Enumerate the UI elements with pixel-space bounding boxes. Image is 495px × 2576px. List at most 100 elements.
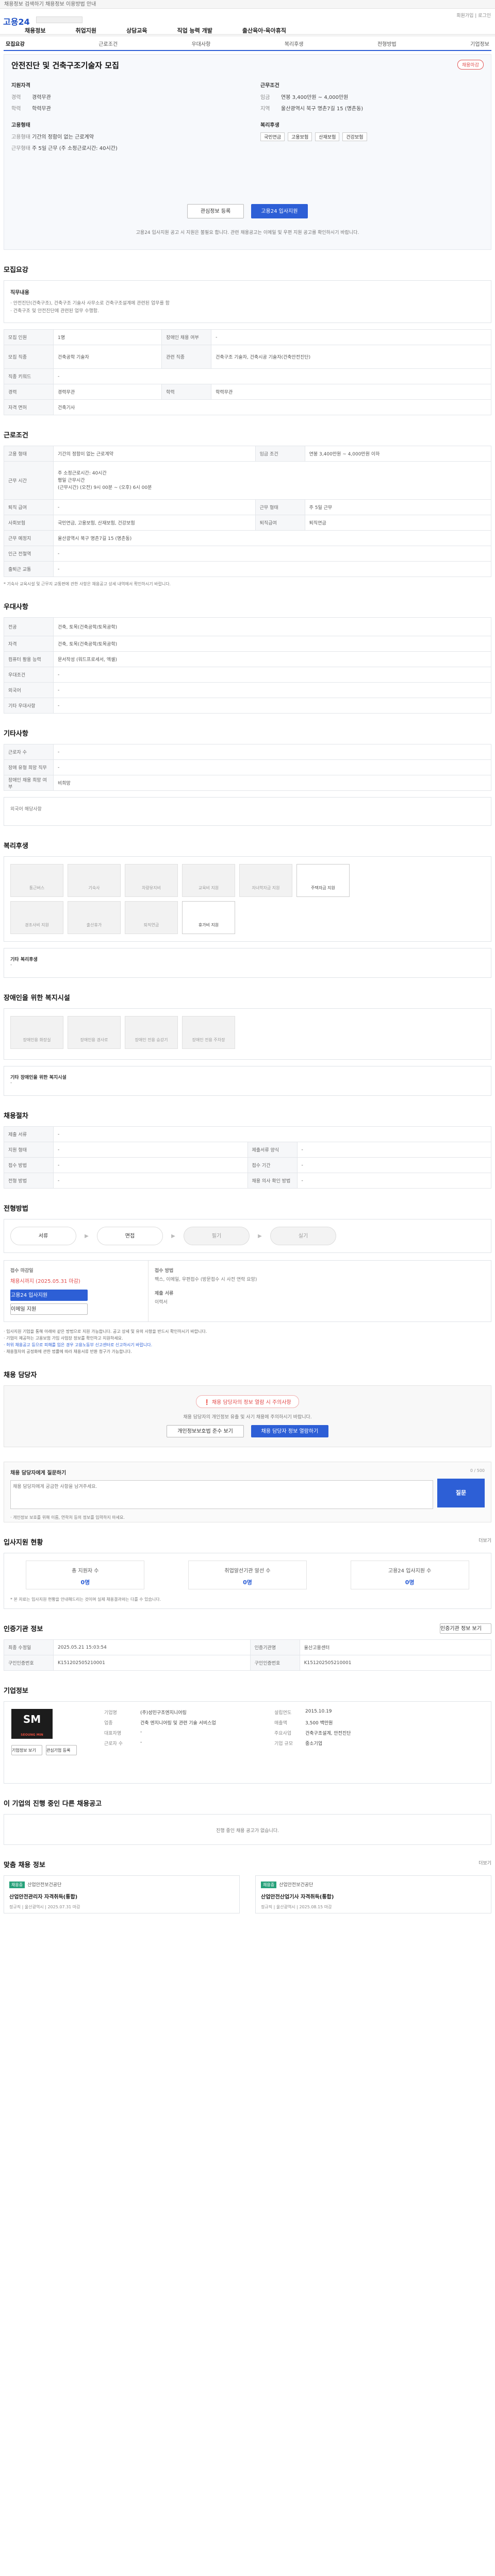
cell-label: 자격 면허 xyxy=(4,399,54,415)
welfare-chip: 고용보험 xyxy=(288,132,312,141)
cell-value: - xyxy=(53,546,491,562)
company-logo-text: SM xyxy=(23,1713,41,1725)
pay-label: 임금 xyxy=(260,95,270,100)
apply-button-secondary[interactable]: 고용24 입사지원 xyxy=(10,1290,88,1301)
hours-label: 근무형태 xyxy=(11,146,30,151)
section-tabs: 모집요강 근로조건 우대사항 복리후생 전형방법 기업정보 xyxy=(4,37,491,51)
cell-label: 최종 수정일 xyxy=(4,1639,54,1655)
tab-welfare[interactable]: 복리후생 xyxy=(285,40,304,47)
cell-label: 제출서류 양식 xyxy=(247,1142,298,1158)
status-section: 입사지원 현황 더보기 총 지원자 수 0명 취업알선기관 알선 수 0명 고용24… xyxy=(4,1537,491,1609)
contact-heading: 채용 담당자 xyxy=(4,1371,37,1379)
interest-button[interactable]: 관심정보 등록 xyxy=(187,204,244,218)
cell-label: 접수 기간 xyxy=(247,1157,298,1173)
stat-label: 고용24 입사지원 수 xyxy=(388,1568,432,1574)
privacy-button[interactable]: 개인정보보호법 준수 보기 xyxy=(167,1425,244,1437)
cell-value: - xyxy=(211,329,491,345)
company-value: 3,500 백만원 xyxy=(305,1721,333,1726)
cell-label: 인증기관명 xyxy=(250,1639,300,1655)
cell-label: 전형 방법 xyxy=(4,1173,54,1189)
notice-item: · 입사지원 기업을 통해 아래와 같은 방법으로 지원 가능합니다. 공고 상… xyxy=(4,1329,207,1334)
welfare-tile: 자녀학자금 지원 xyxy=(239,864,292,897)
cell-label: 모집 인원 xyxy=(4,329,54,345)
apply-method-section: 채용절차 제출 서류 - 지원 형태 - 제출서류 양식 - 접수 방법 - 접수 기간 - … xyxy=(4,1110,491,1189)
recommend-cards: 채용중 산업안전보건공단 산업안전관리자 자격취득(통합) 정규직 | 울산광역시… xyxy=(4,1875,491,1913)
cell-value: - xyxy=(296,1173,491,1189)
company-value: 건축 엔지니어링 및 관련 기술 서비스업 xyxy=(140,1721,216,1726)
job-desc-heading: 직무내용 xyxy=(10,290,29,296)
gnb-item-support[interactable]: 취업지원 xyxy=(75,26,96,35)
question-input[interactable] xyxy=(10,1480,433,1509)
recruit-section: 모집요강 직무내용 · 안전진단(건축구조), 건축구조 기술사 사무소로 건축… xyxy=(4,264,491,415)
site-logo[interactable]: 고용24 xyxy=(3,15,30,27)
tab-process[interactable]: 전형방법 xyxy=(377,40,397,47)
char-counter: 0 / 500 xyxy=(470,1468,485,1473)
company-info-button[interactable]: 기업정보 보기 xyxy=(11,1745,42,1755)
gnb-item-training[interactable]: 직업 능력 개발 xyxy=(177,26,212,35)
card-title: 산업안전관리자 자격취득(통합) xyxy=(9,1894,78,1900)
process-heading: 전형방법 xyxy=(4,1205,28,1213)
stat-value: 0명 xyxy=(80,1579,90,1586)
conditions-table: 고용 형태 기간의 정함이 없는 근로계약 임금 조건 연봉 3,400만원 ~ 4,… xyxy=(4,446,492,577)
account-links[interactable]: 회원가입 | 로그인 xyxy=(456,12,491,19)
tab-conditions[interactable]: 근로조건 xyxy=(98,40,118,47)
cell-value: - xyxy=(53,499,256,515)
stat-card: 취업알선기관 알선 수 0명 xyxy=(188,1561,307,1589)
tab-recruit[interactable]: 모집요강 xyxy=(6,40,25,47)
tab-preference[interactable]: 우대사항 xyxy=(191,40,210,47)
recruit-table: 모집 인원 1명 장애인 채용 여부 - 모집 직종 건축공학 기술자 관련 직종 건축구조… xyxy=(4,329,491,415)
welfare-heading: 복리후생 xyxy=(260,123,279,128)
company-value: - xyxy=(140,1730,142,1735)
stat-label: 총 지원자 수 xyxy=(72,1568,99,1574)
process-steps: 서류 ▶ 면접 ▶ 필기 ▶ 실기 xyxy=(4,1219,491,1253)
company-label: 주요사업 xyxy=(274,1731,292,1736)
recommend-section: 맞춤 채용 정보 더보기 채용중 산업안전보건공단 산업안전관리자 자격취득(통합… xyxy=(4,1859,491,1913)
recommend-card[interactable]: 채용중 산업안전보건공단 산업안전산업기사 자격취득(통합) 정규직 | 울산광역… xyxy=(255,1875,491,1913)
recommend-heading: 맞춤 채용 정보 xyxy=(4,1861,45,1869)
gnb-item-parental[interactable]: 출산육아·육아휴직 xyxy=(242,26,286,35)
question-note: · 개인정보 보호를 위해 이름, 연락처 등의 정보를 입력하지 마세요. xyxy=(10,1515,125,1520)
apply-button[interactable]: 고용24 입사지원 xyxy=(251,204,308,218)
cell-value: 국민연금, 고용보험, 산재보험, 건강보험 xyxy=(53,515,256,531)
company-follow-button[interactable]: 관심기업 등록 xyxy=(45,1745,77,1755)
recommend-more-link[interactable]: 더보기 xyxy=(478,1859,491,1875)
email-apply-button[interactable]: 이메일 지원 xyxy=(10,1303,88,1315)
cell-value: 비희망 xyxy=(53,775,491,791)
question-section: 채용 담당자에게 질문하기 0 / 500 질문 · 개인정보 보호를 위해 이… xyxy=(4,1462,491,1522)
welfare-tile: 기숙사 xyxy=(68,864,121,897)
work-heading: 근무조건 xyxy=(260,83,279,89)
cell-value: - xyxy=(53,1173,248,1189)
tab-company[interactable]: 기업정보 xyxy=(470,40,489,47)
pay-value: 연봉 3,400만원 ~ 4,000만원 xyxy=(281,95,349,100)
other-jobs-box: 진행 중인 채용 공고가 없습니다. xyxy=(4,1814,491,1845)
card-org: 산업안전보건공단 xyxy=(27,1883,62,1888)
company-label: 대표자명 xyxy=(104,1731,122,1736)
disabled-env-etc: 기타 장애인을 위한 복지시설 - xyxy=(4,1066,491,1096)
stat-card: 고용24 입사지원 수 0명 xyxy=(350,1561,469,1589)
type-heading: 고용형태 xyxy=(11,123,30,128)
cell-value: 주 5일 근무 xyxy=(304,499,492,515)
status-more-link[interactable]: 더보기 xyxy=(478,1537,491,1553)
gnb-item-counsel[interactable]: 상담교육 xyxy=(126,26,147,35)
notice-item: · 허위 채용공고 등으로 피해를 입은 경우 고용노동부 신고센터로 신고하시… xyxy=(4,1343,153,1347)
process-section: 전형방법 서류 ▶ 면접 ▶ 필기 ▶ 실기 접수 마감일 채용시까지 (2025.0… xyxy=(4,1203,491,1355)
cell-value: - xyxy=(53,698,491,714)
recommend-card[interactable]: 채용중 산업안전보건공단 산업안전관리자 자격취득(통합) 정규직 | 울산광역시… xyxy=(4,1875,240,1913)
welfare-tiles: 통근버스 기숙사 차량유지비 교육비 지원 자녀학자금 지원 주택자금 지원 경조사비 지… xyxy=(4,856,491,942)
stat-label: 취업알선기관 알선 수 xyxy=(224,1568,271,1574)
cell-value: - xyxy=(53,744,491,760)
cell-value: 기간의 정함이 없는 근로계약 xyxy=(53,446,256,462)
education-value: 학력무관 xyxy=(32,106,51,112)
ask-button[interactable]: 질문 xyxy=(437,1479,485,1507)
cell-label: 퇴직 급여 xyxy=(4,499,54,515)
search-input[interactable] xyxy=(36,16,82,23)
view-contact-button[interactable]: 채용 담당자 정보 열람하기 xyxy=(251,1425,328,1437)
stat-value: 0명 xyxy=(405,1579,415,1586)
cell-value: - xyxy=(53,561,491,577)
admin-section: 인증기관 정보 인증기관 정보 보기 최종 수정일 2025.05.21 15:0… xyxy=(4,1623,492,1671)
gnb-item-jobs[interactable]: 채용정보 xyxy=(25,26,45,35)
admin-button[interactable]: 인증기관 정보 보기 xyxy=(440,1623,491,1634)
arrow-icon: ▶ xyxy=(171,1233,175,1239)
foreign-label: 외국어 해당사항 xyxy=(10,807,42,812)
process-step: 서류 xyxy=(10,1227,76,1245)
